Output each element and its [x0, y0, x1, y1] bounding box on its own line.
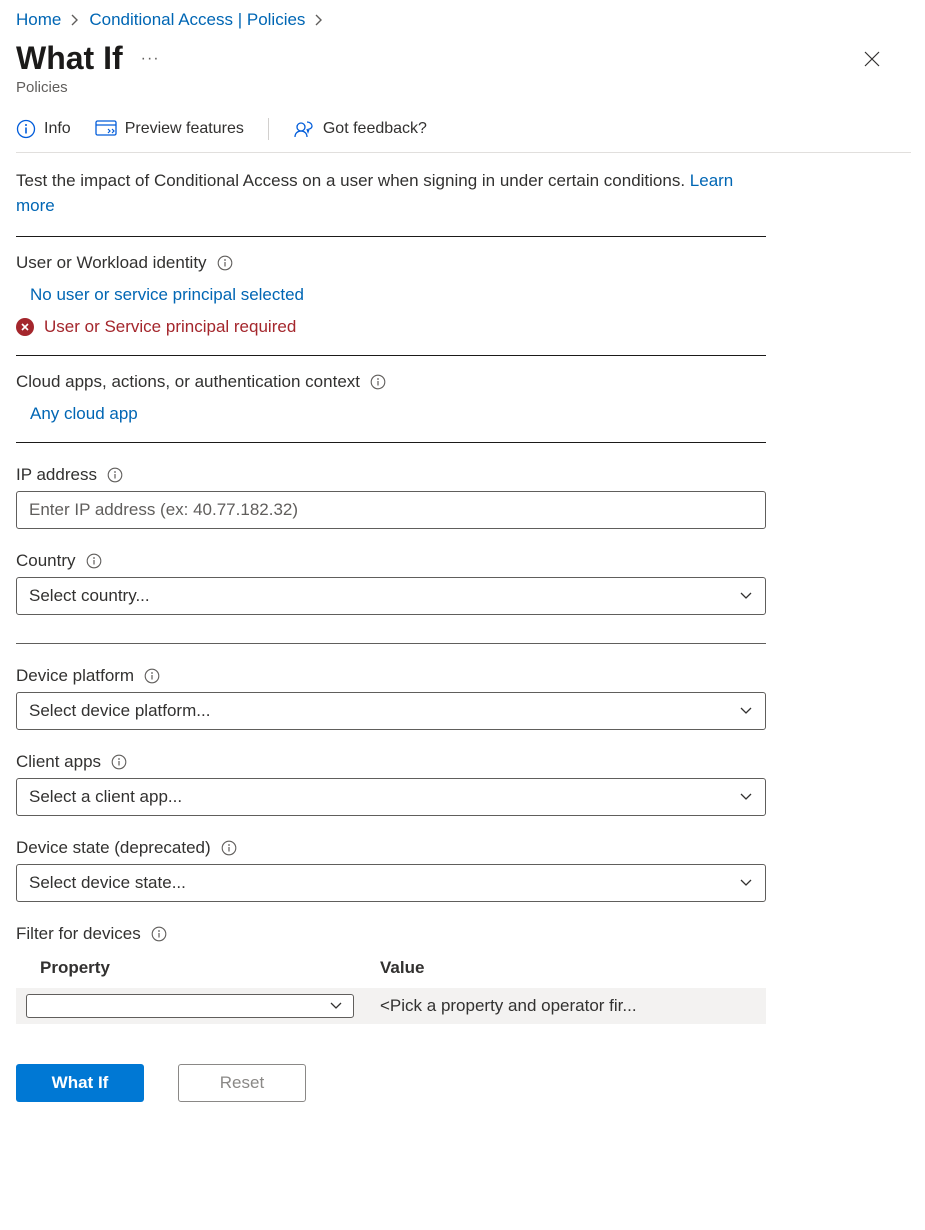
identity-link[interactable]: No user or service principal selected — [30, 285, 304, 304]
breadcrumb-conditional-access[interactable]: Conditional Access | Policies — [89, 10, 305, 30]
chevron-down-icon — [739, 706, 753, 716]
info-icon[interactable] — [144, 668, 160, 684]
ip-label: IP address — [16, 465, 97, 485]
page-subtitle: Policies — [16, 79, 925, 96]
filter-row: <Pick a property and operator fir... — [16, 988, 766, 1024]
toolbar-separator — [268, 118, 269, 140]
reset-button[interactable]: Reset — [178, 1064, 306, 1102]
divider — [16, 355, 766, 356]
info-icon[interactable] — [370, 374, 386, 390]
value-placeholder-text: <Pick a property and operator fir... — [380, 996, 637, 1016]
chevron-down-icon — [739, 591, 753, 601]
preview-label: Preview features — [125, 120, 244, 138]
intro-text: Test the impact of Conditional Access on… — [16, 169, 766, 218]
feedback-icon — [293, 119, 315, 139]
ip-input[interactable] — [16, 491, 766, 529]
whatif-button[interactable]: What If — [16, 1064, 144, 1102]
value-column-header: Value — [380, 958, 766, 978]
device-state-label: Device state (deprecated) — [16, 838, 211, 858]
client-apps-label: Client apps — [16, 752, 101, 772]
info-icon[interactable] — [86, 553, 102, 569]
info-icon[interactable] — [217, 255, 233, 271]
filter-devices-label: Filter for devices — [16, 924, 141, 944]
close-button[interactable] — [859, 46, 885, 72]
country-label: Country — [16, 551, 76, 571]
client-apps-select[interactable]: Select a client app... — [16, 778, 766, 816]
page-title: What If — [16, 40, 123, 77]
chevron-down-icon — [329, 1001, 343, 1011]
device-state-select[interactable]: Select device state... — [16, 864, 766, 902]
info-icon — [16, 119, 36, 139]
feedback-label: Got feedback? — [323, 120, 427, 138]
info-label: Info — [44, 120, 71, 138]
chevron-down-icon — [739, 792, 753, 802]
breadcrumb-home[interactable]: Home — [16, 10, 61, 30]
preview-features-button[interactable]: Preview features — [95, 120, 244, 138]
property-column-header: Property — [40, 958, 380, 978]
cloudapps-label: Cloud apps, actions, or authentication c… — [16, 372, 360, 392]
breadcrumb: Home Conditional Access | Policies — [16, 10, 925, 30]
device-platform-label: Device platform — [16, 666, 134, 686]
feedback-button[interactable]: Got feedback? — [293, 119, 427, 139]
chevron-right-icon — [71, 14, 79, 26]
toolbar: Info Preview features Got feedback? — [16, 118, 911, 153]
country-select[interactable]: Select country... — [16, 577, 766, 615]
device-platform-select[interactable]: Select device platform... — [16, 692, 766, 730]
info-icon[interactable] — [221, 840, 237, 856]
info-button[interactable]: Info — [16, 119, 71, 139]
identity-error: User or Service principal required — [16, 317, 766, 337]
divider — [16, 236, 766, 237]
error-icon — [16, 318, 34, 336]
info-icon[interactable] — [111, 754, 127, 770]
identity-error-text: User or Service principal required — [44, 317, 296, 337]
chevron-right-icon — [315, 14, 323, 26]
identity-label: User or Workload identity — [16, 253, 207, 273]
divider — [16, 643, 766, 644]
property-select[interactable] — [26, 994, 354, 1018]
filter-header: Property Value — [16, 958, 766, 978]
info-icon[interactable] — [107, 467, 123, 483]
chevron-down-icon — [739, 878, 753, 888]
cloudapps-link[interactable]: Any cloud app — [30, 404, 138, 423]
info-icon[interactable] — [151, 926, 167, 942]
divider — [16, 442, 766, 443]
more-actions-button[interactable]: ··· — [141, 50, 160, 68]
preview-icon — [95, 120, 117, 138]
